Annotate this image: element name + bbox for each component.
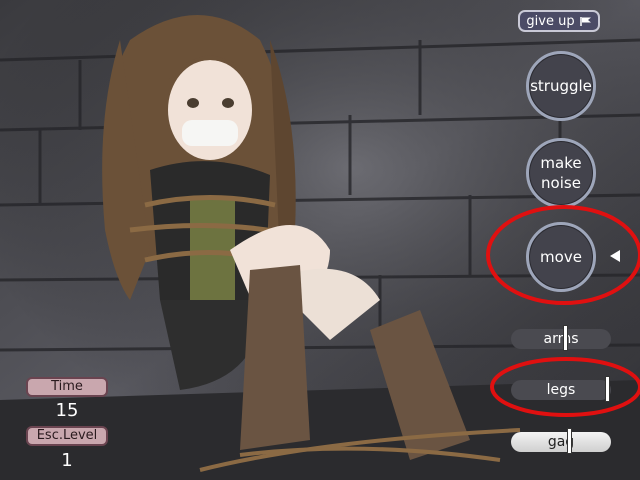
time-label: Time <box>26 377 108 397</box>
legs-meter-handle[interactable] <box>605 376 610 402</box>
game-screen: give up struggle make noise move arms le… <box>0 0 640 480</box>
boot-left <box>240 265 310 450</box>
legs-meter[interactable]: legs <box>511 376 611 402</box>
legs-meter-label: legs <box>546 382 576 398</box>
gag-cloth <box>182 120 238 146</box>
give-up-label: give up <box>526 13 575 29</box>
move-label: move <box>540 248 582 266</box>
escape-level-value: 1 <box>61 450 73 471</box>
flag-icon <box>579 16 591 26</box>
move-button[interactable]: move <box>526 222 596 292</box>
arms-meter-label: arms <box>543 331 579 347</box>
gag-meter[interactable]: gag <box>511 428 611 454</box>
gag-meter-handle[interactable] <box>567 428 572 454</box>
struggle-button[interactable]: struggle <box>526 51 596 121</box>
time-value: 15 <box>55 400 79 421</box>
struggle-label: struggle <box>530 77 592 95</box>
arms-meter-handle[interactable] <box>563 325 568 351</box>
triangle-left-icon <box>610 250 620 262</box>
make-noise-button[interactable]: make noise <box>526 138 596 208</box>
make-noise-label: make noise <box>540 154 582 192</box>
arms-meter[interactable]: arms <box>511 325 611 351</box>
give-up-button[interactable]: give up <box>518 10 600 32</box>
escape-level-label: Esc.Level <box>26 426 108 446</box>
